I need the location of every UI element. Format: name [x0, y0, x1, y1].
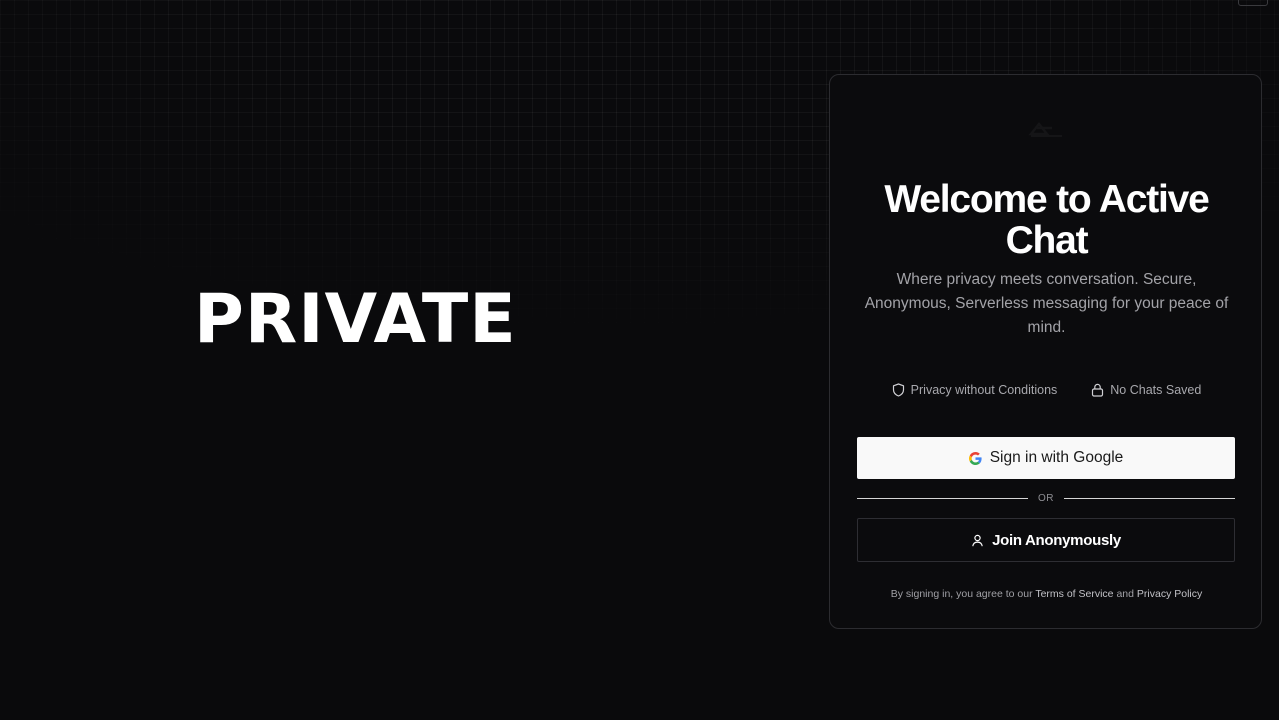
login-card: Welcome to Active Chat Where privacy mee… [829, 74, 1262, 629]
terms-and: and [1116, 588, 1134, 600]
join-anonymously-button[interactable]: Join Anonymously [857, 518, 1235, 562]
feature-list: Privacy without Conditions No Chats Save… [830, 380, 1263, 400]
terms-of-service-link[interactable]: Terms of Service [1035, 588, 1113, 600]
terms-prefix: By signing in, you agree to our [890, 588, 1033, 600]
hero-word: PRIVATE [194, 280, 517, 359]
feature-no-chats-label: No Chats Saved [1110, 383, 1202, 397]
divider-line-right [1064, 497, 1235, 499]
page-subtitle: Where privacy meets conversation. Secure… [864, 271, 1229, 336]
or-label: OR [1038, 492, 1054, 504]
feature-privacy: Privacy without Conditions [892, 383, 1058, 397]
lock-icon [1092, 383, 1104, 397]
or-divider: OR [857, 490, 1235, 506]
privacy-policy-link[interactable]: Privacy Policy [1137, 588, 1202, 600]
feature-no-chats: No Chats Saved [1091, 383, 1201, 397]
terms-notice: By signing in, you agree to our Terms of… [830, 588, 1263, 600]
shield-icon [892, 383, 904, 397]
divider-line-left [857, 497, 1028, 499]
join-anonymously-label: Join Anonymously [992, 531, 1121, 549]
user-icon [972, 534, 983, 546]
google-signin-button[interactable]: Sign in with Google [857, 437, 1235, 479]
feature-privacy-label: Privacy without Conditions [910, 383, 1058, 397]
google-signin-label: Sign in with Google [989, 449, 1124, 466]
corner-toggle-button[interactable] [1238, 0, 1268, 6]
page-title: Welcome to Active Chat [884, 178, 1209, 262]
google-icon [968, 451, 982, 465]
app-logo-icon [1028, 121, 1062, 137]
